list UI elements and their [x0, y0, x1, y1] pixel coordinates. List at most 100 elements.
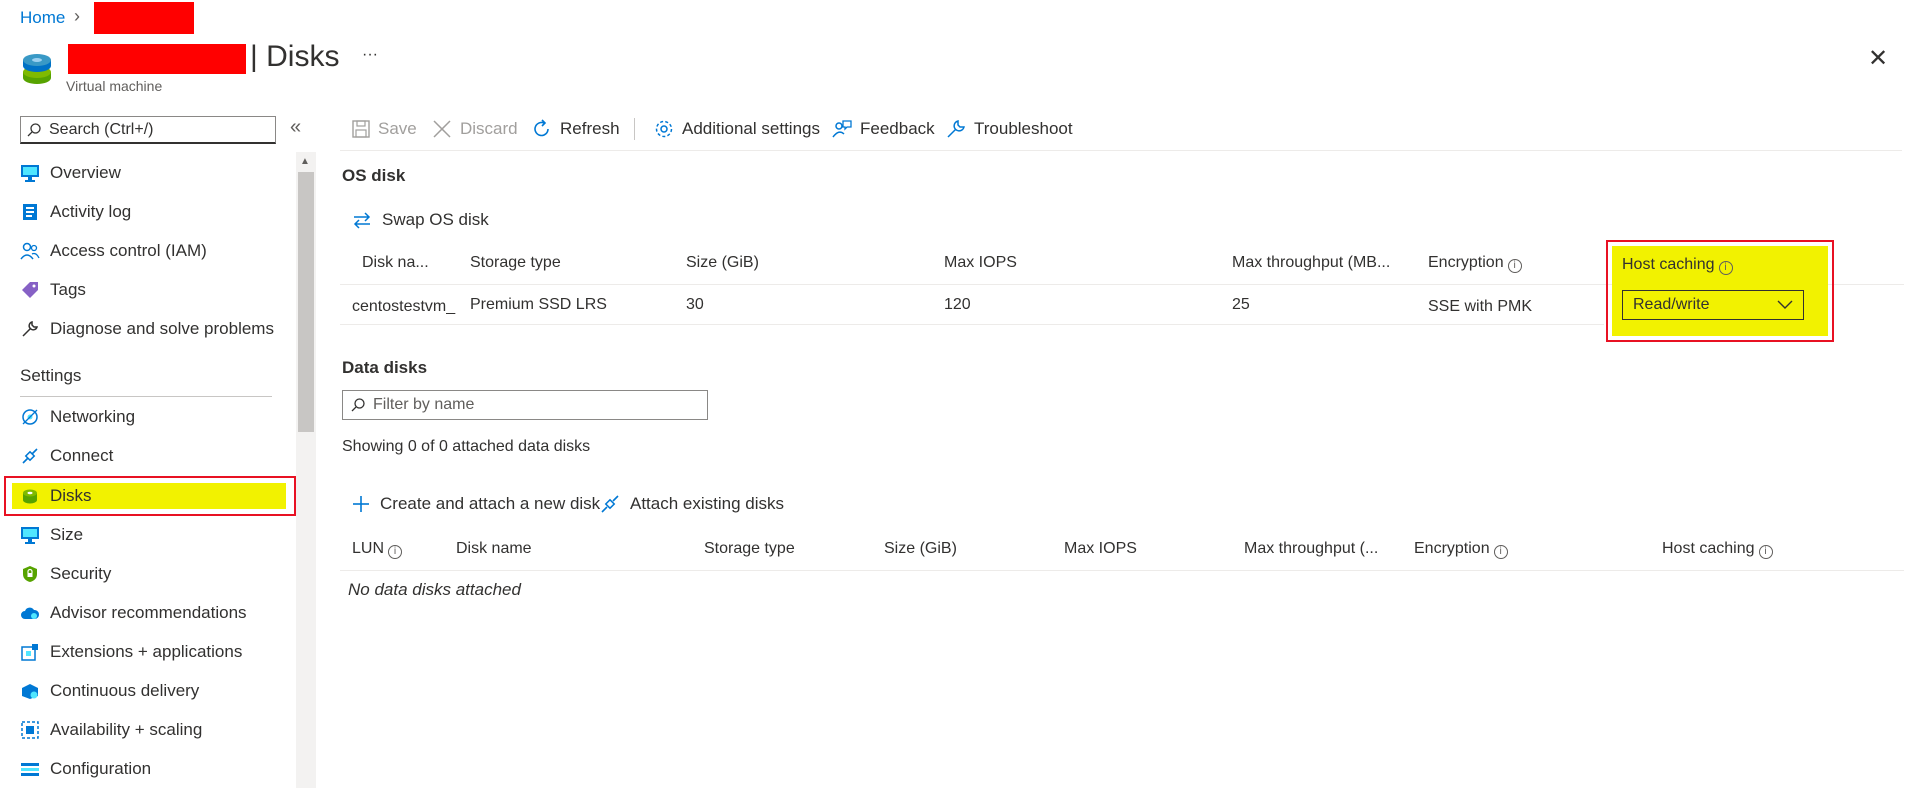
more-options-button[interactable]: ··· [362, 46, 378, 64]
sidebar-item-connect[interactable]: Connect [0, 439, 290, 473]
swap-os-disk-label: Swap OS disk [382, 210, 489, 229]
extension-icon [20, 642, 40, 662]
info-icon[interactable]: i [388, 545, 403, 559]
toolbar-divider [634, 118, 635, 140]
wrench-icon [20, 319, 40, 339]
sidebar-divider [20, 396, 272, 397]
sidebar-item-tags[interactable]: Tags [0, 273, 290, 307]
col-header-disk-name[interactable]: Disk na... [362, 254, 429, 272]
col-header-data-max-iops[interactable]: Max IOPS [1064, 540, 1137, 558]
col-header-storage-type[interactable]: Storage type [470, 254, 561, 272]
col-header-encryption[interactable]: Encryption i [1428, 254, 1522, 273]
sidebar-item-advisor[interactable]: Advisor recommendations [0, 596, 290, 630]
info-icon[interactable]: i [1493, 545, 1508, 559]
breadcrumb-home[interactable]: Home [20, 8, 65, 28]
save-icon [352, 120, 370, 138]
sidebar-item-overview[interactable]: Overview [0, 156, 290, 190]
swap-icon [352, 210, 372, 230]
attach-existing-label: Attach existing disks [630, 494, 785, 513]
sidebar-item-label: Availability + scaling [50, 720, 203, 739]
attach-existing-disks-button[interactable]: Attach existing disks [600, 494, 784, 514]
sidebar-section-settings: Settings [20, 366, 82, 385]
refresh-button[interactable]: Refresh [532, 114, 620, 144]
sidebar-search-input[interactable]: Search (Ctrl+/) [20, 116, 276, 144]
col-header-data-max-throughput[interactable]: Max throughput (... [1244, 540, 1378, 558]
sidebar-item-label: Tags [50, 280, 86, 299]
sidebar-item-activity-log[interactable]: Activity log [0, 195, 290, 229]
disk-stack-icon [20, 52, 54, 86]
save-button[interactable]: Save [352, 114, 417, 144]
sidebar-item-label: Access control (IAM) [50, 241, 207, 260]
col-header-data-encryption[interactable]: Encryption i [1414, 540, 1508, 559]
info-icon[interactable]: i [1507, 259, 1522, 273]
data-disks-count: Showing 0 of 0 attached data disks [342, 438, 591, 455]
filter-by-name-input[interactable]: Filter by name [342, 390, 708, 420]
col-header-max-throughput[interactable]: Max throughput (MB... [1232, 254, 1390, 272]
col-header-data-size[interactable]: Size (GiB) [884, 540, 957, 558]
sidebar-item-diagnose[interactable]: Diagnose and solve problems [0, 312, 290, 346]
info-icon[interactable]: i [1718, 261, 1733, 275]
sidebar-item-continuous-delivery[interactable]: Continuous delivery [0, 674, 290, 708]
info-icon[interactable]: i [1758, 545, 1773, 559]
sidebar-item-disks[interactable]: Disks [0, 479, 290, 513]
collapse-sidebar-button[interactable]: « [290, 116, 301, 139]
sidebar-item-configuration[interactable]: Configuration [0, 752, 290, 786]
col-header-data-storage-type[interactable]: Storage type [704, 540, 795, 558]
sidebar-item-security[interactable]: Security [0, 557, 290, 591]
os-disk-heading: OS disk [342, 166, 406, 185]
tag-icon [20, 280, 40, 300]
os-disk-storage-type: Premium SSD LRS [470, 296, 607, 313]
discard-button[interactable]: Discard [432, 114, 518, 144]
additional-settings-button[interactable]: Additional settings [654, 114, 820, 144]
create-attach-disk-button[interactable]: Create and attach a new disk [352, 494, 600, 514]
sidebar-scrollbar-thumb[interactable] [298, 172, 314, 432]
sidebar-item-networking[interactable]: Networking [0, 400, 290, 434]
scroll-up-arrow-icon[interactable]: ▲ [300, 156, 310, 167]
delivery-icon [20, 681, 40, 701]
sidebar-item-label: Diagnose and solve problems [50, 319, 274, 338]
sidebar-item-label: Connect [50, 446, 114, 465]
os-disk-size: 30 [686, 296, 704, 313]
col-header-encryption-label: Encryption [1428, 254, 1504, 271]
network-icon [20, 407, 40, 427]
attach-icon [600, 494, 620, 514]
os-disk-max-throughput: 25 [1232, 296, 1250, 313]
os-disk-max-iops: 120 [944, 296, 971, 313]
col-header-size[interactable]: Size (GiB) [686, 254, 759, 272]
save-label: Save [378, 119, 417, 138]
feedback-icon [832, 119, 852, 139]
shield-icon [20, 564, 40, 584]
sidebar-item-label: Advisor recommendations [50, 603, 247, 622]
sidebar-item-availability[interactable]: Availability + scaling [0, 713, 290, 747]
monitor-icon [20, 163, 40, 183]
os-disk-name-link[interactable]: centostestvm_ [352, 298, 455, 316]
additional-settings-label: Additional settings [682, 119, 820, 138]
data-disks-heading: Data disks [342, 358, 428, 377]
troubleshoot-button[interactable]: Troubleshoot [946, 114, 1073, 144]
page-subtitle: Virtual machine [66, 78, 163, 94]
sidebar-item-label: Extensions + applications [50, 642, 243, 661]
col-header-data-host-caching[interactable]: Host caching i [1662, 540, 1773, 559]
sidebar-item-size[interactable]: Size [0, 518, 290, 552]
chevron-down-icon [1777, 299, 1793, 311]
host-caching-select[interactable]: Read/write [1622, 290, 1804, 320]
disk-icon [20, 486, 40, 506]
close-button[interactable]: ✕ [1868, 44, 1888, 73]
search-icon [351, 398, 365, 412]
col-header-lun[interactable]: LUN i [352, 540, 403, 559]
monitor-icon [20, 525, 40, 545]
plus-icon [352, 495, 370, 513]
col-header-data-disk-name[interactable]: Disk name [456, 540, 532, 558]
sidebar-item-label: Continuous delivery [50, 681, 200, 700]
sidebar-item-extensions[interactable]: Extensions + applications [0, 635, 290, 669]
col-header-host-caching[interactable]: Host caching i [1622, 256, 1733, 275]
config-icon [20, 759, 40, 779]
scaling-icon [20, 720, 40, 740]
breadcrumb-separator: › [74, 6, 80, 26]
swap-os-disk-button[interactable]: Swap OS disk [352, 210, 489, 230]
no-data-disks-message: No data disks attached [348, 580, 521, 599]
feedback-button[interactable]: Feedback [832, 114, 935, 144]
col-header-max-iops[interactable]: Max IOPS [944, 254, 1017, 272]
sidebar-item-access-control[interactable]: Access control (IAM) [0, 234, 290, 268]
log-icon [20, 202, 40, 222]
